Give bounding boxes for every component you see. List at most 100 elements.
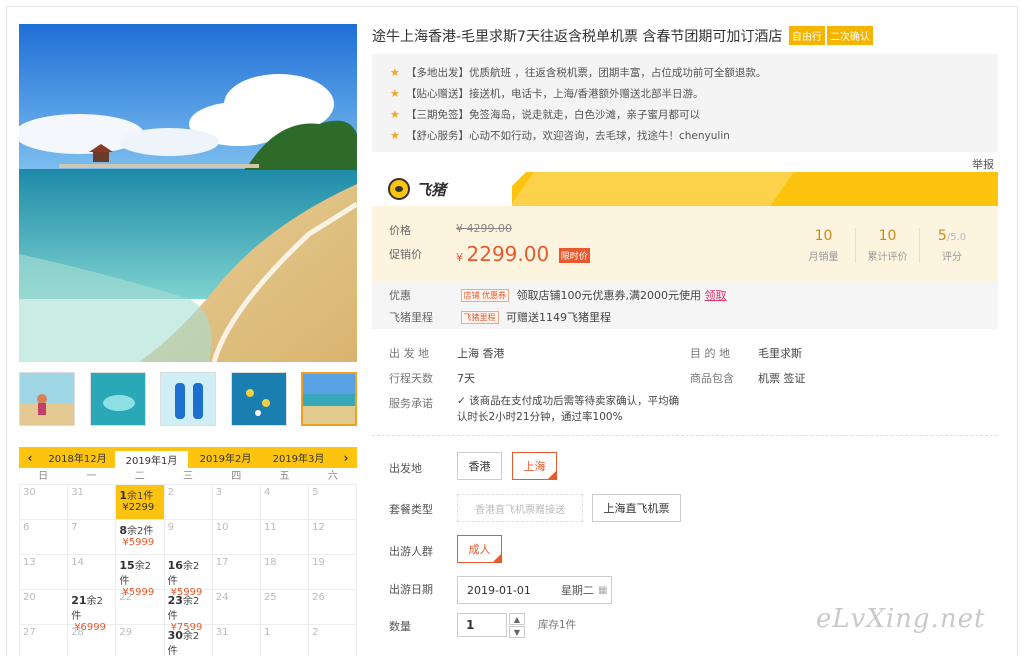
feature-list: ★ 【多地出发】优质航班 ，往返含税机票，团期丰富，占位成功前可全额退款。 ★ 【贴… bbox=[372, 54, 998, 152]
quantity-input[interactable]: 1 bbox=[457, 613, 507, 637]
calendar-day-available[interactable]: 16余2件 ¥5999 bbox=[164, 555, 213, 598]
calendar-day: 5 bbox=[309, 485, 358, 520]
calendar-day-available[interactable]: 8余2件 ¥5999 bbox=[116, 520, 165, 555]
coupon-row: 优惠 店铺 优惠券 领取店铺100元优惠券,满2000元使用 领取 bbox=[389, 289, 727, 302]
day-number: 12 bbox=[312, 522, 325, 533]
original-price: ¥ 4299.00 bbox=[456, 222, 512, 235]
stock-count: 余2件 bbox=[127, 526, 154, 537]
thumbnail-strip bbox=[19, 372, 357, 428]
option-depart-hongkong[interactable]: 香港 bbox=[457, 452, 502, 480]
option-package-hk[interactable]: 香港直飞机票赠接送 bbox=[457, 494, 583, 522]
calendar-day-available[interactable]: 21余2件 ¥6999 bbox=[68, 590, 117, 633]
quantity-down-icon[interactable]: ▼ bbox=[509, 626, 525, 638]
calendar-day: 12 bbox=[309, 520, 358, 555]
thumbnail-fish[interactable] bbox=[230, 372, 287, 426]
calendar-day: 1 bbox=[261, 625, 310, 656]
calendar-day: 27 bbox=[20, 625, 69, 656]
month-tab[interactable]: 2018年12月 bbox=[41, 447, 114, 468]
fliggy-banner: 飞猪 bbox=[372, 172, 998, 206]
month-tab[interactable]: 2019年3月 bbox=[262, 447, 335, 468]
day-number: 30 bbox=[167, 629, 183, 642]
calendar-day: 31 bbox=[213, 625, 261, 656]
day-number: 1 bbox=[263, 627, 271, 638]
day-number: 31 bbox=[71, 487, 84, 498]
destination-info: 目 的 地毛里求斯 bbox=[690, 347, 802, 360]
day-number: 19 bbox=[312, 557, 325, 568]
day-number: 7 bbox=[71, 522, 78, 533]
days-info: 行程天数 7天 bbox=[389, 372, 475, 385]
package-option-label: 套餐类型 bbox=[389, 503, 433, 516]
month-tab[interactable]: 2019年2月 bbox=[189, 447, 262, 468]
next-month-arrow-icon[interactable]: › bbox=[335, 447, 357, 468]
day-number: 2 bbox=[167, 487, 174, 498]
calendar-day-available[interactable]: 23余2件 ¥7599 bbox=[164, 590, 213, 633]
option-group-adult[interactable]: 成人 bbox=[457, 535, 502, 563]
weekday-label: 五 bbox=[279, 471, 290, 482]
stat-rating: 5/5.0 评分 bbox=[937, 228, 967, 263]
calendar-day: 13 bbox=[20, 555, 69, 590]
calendar-day: 7 bbox=[68, 520, 117, 555]
report-link[interactable]: 举报 bbox=[972, 156, 994, 172]
feature-item: ★ 【多地出发】优质航班 ，往返含税机票，团期丰富，占位成功前可全额退款。 bbox=[390, 66, 767, 79]
calendar-day: 20 bbox=[20, 590, 69, 625]
calendar-day: 17 bbox=[212, 555, 261, 590]
thumbnail-beach[interactable] bbox=[301, 372, 357, 426]
day-number: 18 bbox=[263, 557, 277, 568]
claim-coupon-link[interactable]: 领取 bbox=[705, 289, 727, 302]
day-number: 29 bbox=[119, 627, 133, 638]
fliggy-logo: 飞猪 bbox=[388, 178, 446, 200]
group-option-label: 出游人群 bbox=[389, 545, 433, 558]
thumbnail-snorkel[interactable] bbox=[89, 372, 146, 426]
thumbnail-diving-fins[interactable] bbox=[160, 372, 216, 426]
stock-count: 余1件 bbox=[127, 491, 154, 502]
quantity-label: 数量 bbox=[389, 620, 411, 633]
day-number: 16 bbox=[167, 559, 183, 572]
quantity-up-icon[interactable]: ▲ bbox=[509, 613, 525, 625]
tag-self-guided: 自由行 bbox=[788, 26, 825, 45]
calendar-icon: ▦ bbox=[597, 584, 608, 596]
day-number: 1 bbox=[119, 489, 128, 502]
calendar-day: 24 bbox=[212, 590, 261, 625]
calendar-day: 4 bbox=[260, 485, 310, 520]
calendar-day-available[interactable]: 15余2件 ¥5999 bbox=[116, 555, 165, 598]
thumbnail-beach-person[interactable] bbox=[19, 372, 75, 426]
day-number: 25 bbox=[263, 592, 277, 603]
option-depart-shanghai[interactable]: 上海 bbox=[512, 452, 557, 480]
month-tab-selected[interactable]: 2019年1月 bbox=[114, 450, 189, 468]
price-box: 价格 ¥ 4299.00 促销价 ¥ 2299.00 限时价 10 月销量 10… bbox=[372, 206, 998, 281]
prev-month-arrow-icon[interactable]: ‹ bbox=[19, 447, 41, 468]
includes-info: 商品包含 机票 签证 bbox=[690, 372, 806, 385]
calendar-day: 25 bbox=[260, 590, 310, 625]
calendar-day: 31 bbox=[68, 485, 117, 520]
calendar-day: 10 bbox=[212, 520, 261, 555]
calendar-day: 6 bbox=[20, 520, 69, 555]
calendar-day: 2 bbox=[309, 625, 358, 656]
sales-stats: 10 月销量 10 累计评价 5/5.0 评分 bbox=[792, 228, 984, 263]
calendar-day: 22 bbox=[116, 590, 165, 625]
stat-reviews[interactable]: 10 累计评价 bbox=[856, 228, 920, 263]
day-number: 22 bbox=[119, 592, 133, 603]
miles-tag: 飞猪里程 bbox=[460, 311, 499, 324]
promo-tag: 限时价 bbox=[558, 248, 590, 263]
day-number: 31 bbox=[215, 627, 229, 638]
star-icon: ★ bbox=[390, 108, 400, 121]
promo-price-label: 促销价 bbox=[389, 248, 422, 261]
miles-row: 飞猪里程 飞猪里程 可赠送1149飞猪里程 bbox=[389, 311, 611, 324]
option-package-sh[interactable]: 上海直飞机票 bbox=[592, 494, 681, 522]
star-icon: ★ bbox=[390, 87, 400, 100]
day-number: 17 bbox=[215, 557, 229, 568]
weekday-header: 日 一 二 三 四 五 六 bbox=[19, 468, 357, 485]
travel-date-field[interactable]: 2019-01-01 星期二 ▦ bbox=[457, 576, 612, 604]
day-number: 26 bbox=[312, 592, 325, 603]
store-coupon-tag: 店铺 优惠券 bbox=[460, 289, 510, 302]
weekday-label: 六 bbox=[327, 471, 338, 482]
day-price: ¥5999 bbox=[122, 537, 155, 548]
date-option-label: 出游日期 bbox=[389, 583, 433, 596]
calendar-grid: 30 31 1余1件 ¥2299 2 3 4 5 6 7 8余2件 ¥5999 9 10 11 12 13 14 1… bbox=[19, 485, 358, 656]
day-number: 8 bbox=[119, 524, 128, 537]
calendar-day-available[interactable]: 30余2件¥9399 bbox=[165, 625, 213, 656]
day-number: 28 bbox=[71, 627, 84, 638]
calendar-day-available[interactable]: 1余1件 ¥2299 bbox=[116, 485, 165, 520]
day-number: 13 bbox=[23, 557, 36, 568]
calendar-day: 18 bbox=[260, 555, 310, 590]
